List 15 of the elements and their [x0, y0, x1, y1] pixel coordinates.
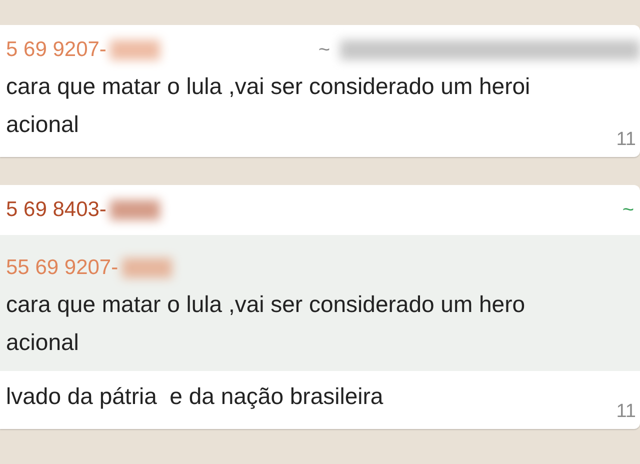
sender-phone: 5 69 8403-: [6, 198, 106, 222]
message-text: cara que matar o lula ,vai ser considerado um heroi: [6, 72, 530, 101]
quoted-text: acional: [6, 328, 79, 357]
sender-phone: 5 69 9207-: [6, 38, 106, 62]
author-mark: ~: [318, 38, 330, 62]
author-mark: ~: [622, 198, 634, 222]
redacted-blur: [110, 200, 160, 220]
redacted-blur: [122, 258, 172, 278]
redacted-blur: [110, 40, 160, 60]
quoted-text: cara que matar o lula ,vai ser considerado um hero: [6, 290, 526, 319]
message-text: lvado da pátria e da nação brasileira: [6, 382, 384, 411]
message-time: 11: [616, 401, 637, 423]
quoted-sender: 55 69 9207-: [6, 256, 118, 280]
message-time: 11: [616, 129, 637, 151]
message-text: acional: [6, 110, 79, 139]
